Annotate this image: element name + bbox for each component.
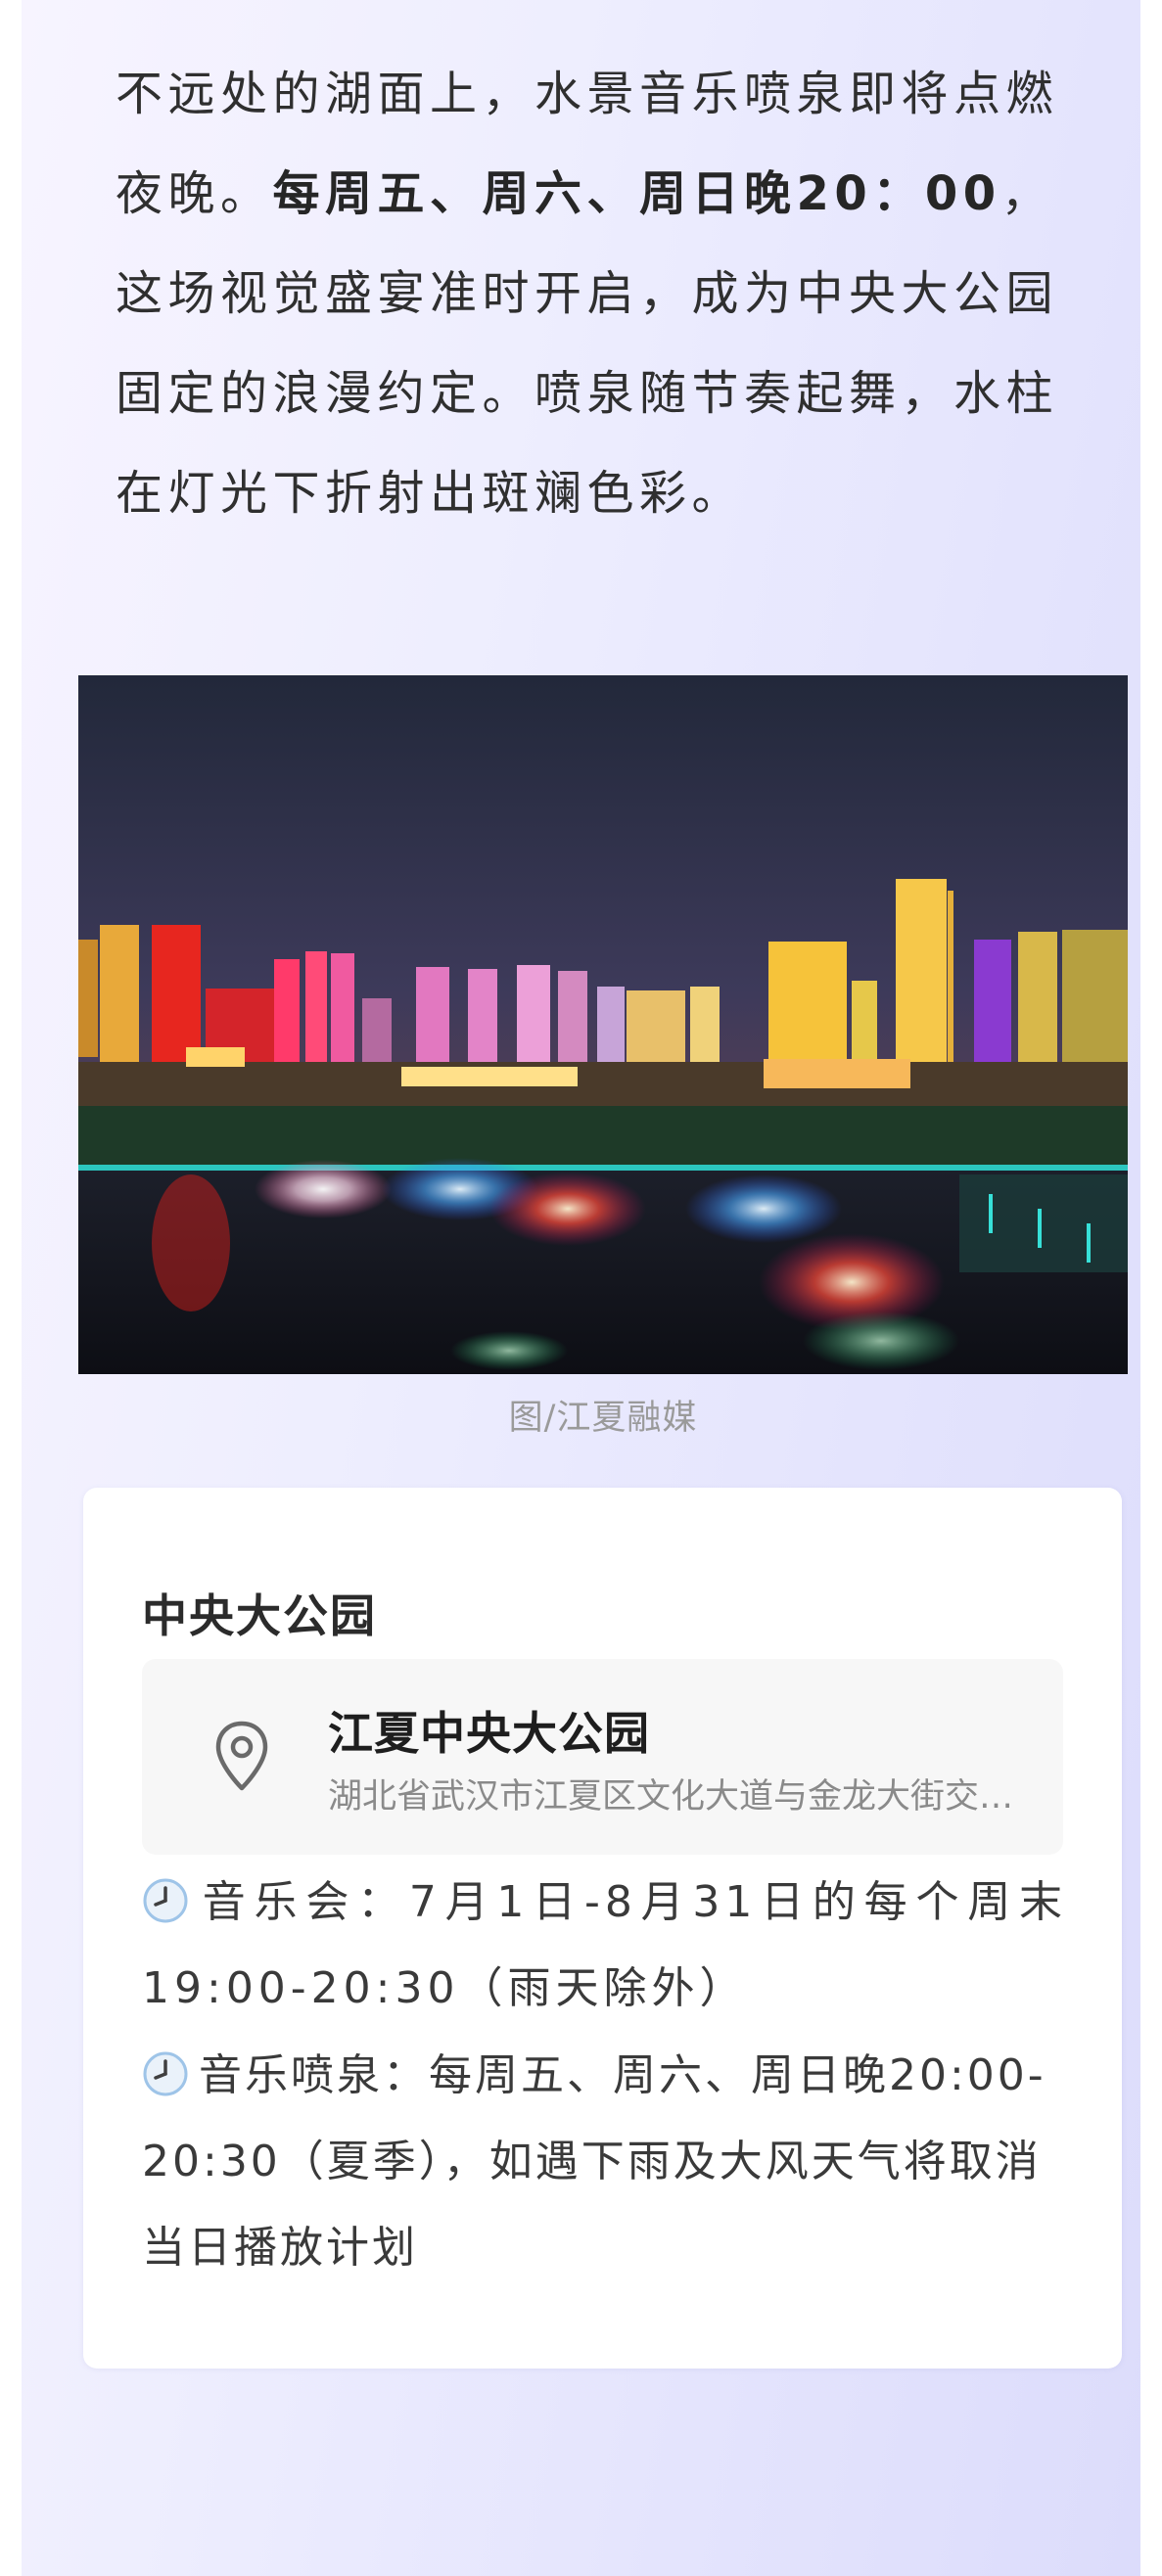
concert-schedule-text: 音乐会：7月1日-8月31日的每个周末19:00-20:30（雨天除外）: [142, 1877, 1067, 2013]
concert-schedule: 音乐会：7月1日-8月31日的每个周末19:00-20:30（雨天除外）: [142, 1860, 1067, 2032]
location-name: 江夏中央大公园: [328, 1707, 650, 1760]
location-address: 湖北省武汉市江夏区文化大道与金龙大街交汇处: [328, 1777, 1033, 1817]
location-link[interactable]: 江夏中央大公园 湖北省武汉市江夏区文化大道与金龙大街交汇处: [142, 1659, 1063, 1855]
fountain-night-photo: [78, 675, 1128, 1374]
photo-caption: 图/江夏融媒: [508, 1399, 698, 1438]
card-title: 中央大公园: [142, 1589, 377, 1642]
location-pin-icon: [215, 1721, 268, 1791]
paragraph-bold-schedule: 每周五、周六、周日晚20：00: [272, 166, 1001, 221]
fountain-schedule-text: 音乐喷泉：每周五、周六、周日晚20:00-20:30（夏季），如遇下雨及大风天气…: [142, 2050, 1046, 2273]
location-card: 中央大公园 江夏中央大公园 湖北省武汉市江夏区文化大道与金龙大街交汇处 音乐会：…: [83, 1488, 1122, 2369]
fountain-schedule: 音乐喷泉：每周五、周六、周日晚20:00-20:30（夏季），如遇下雨及大风天气…: [142, 2033, 1067, 2291]
clock-icon: [143, 1878, 188, 1923]
article-paragraph: 不远处的湖面上，水景音乐喷泉即将点燃夜晚。每周五、周六、周日晚20：00，这场视…: [116, 44, 1094, 543]
clock-icon: [143, 2051, 188, 2096]
content-panel: 不远处的湖面上，水景音乐喷泉即将点燃夜晚。每周五、周六、周日晚20：00，这场视…: [22, 0, 1140, 2576]
article-page: 不远处的湖面上，水景音乐喷泉即将点燃夜晚。每周五、周六、周日晚20：00，这场视…: [0, 0, 1162, 2576]
